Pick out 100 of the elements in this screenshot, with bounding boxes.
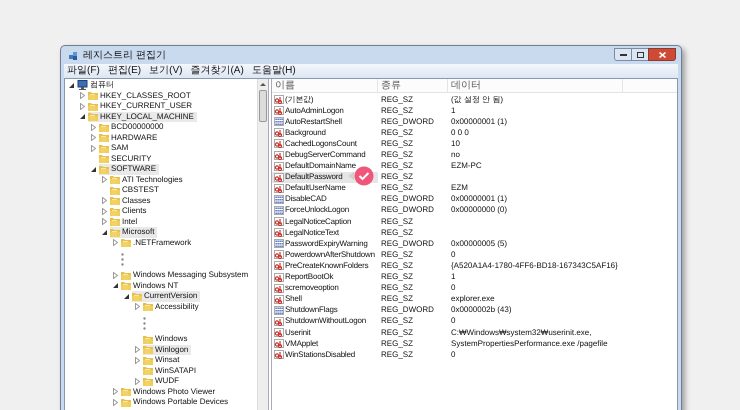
tree-item[interactable]: Clients xyxy=(110,206,150,216)
expand-arrow-icon[interactable] xyxy=(91,144,96,152)
menu-item[interactable]: 즐겨찾기(A) xyxy=(190,66,244,76)
value-name[interactable]: AutoRestartShell xyxy=(272,116,378,128)
tree-item[interactable]: SECURITY xyxy=(99,154,154,164)
folder-icon xyxy=(88,112,98,122)
value-name[interactable]: PreCreateKnownFolders xyxy=(272,260,378,272)
restore-icon xyxy=(636,52,644,58)
tree-item[interactable]: SAM xyxy=(99,143,132,154)
expand-arrow-icon[interactable] xyxy=(135,378,140,385)
expand-arrow-icon[interactable] xyxy=(113,272,118,279)
expand-arrow-icon[interactable] xyxy=(102,197,107,204)
tree-item[interactable]: SOFTWARE xyxy=(99,164,160,174)
tree-item[interactable]: Accessibility xyxy=(143,302,202,312)
value-name[interactable]: DefaultDomainName xyxy=(272,160,378,172)
value-name[interactable]: DefaultUserName xyxy=(272,182,378,194)
menu-item[interactable]: 파일(F) xyxy=(67,66,100,76)
tree-item[interactable]: Windows Portable Devices xyxy=(121,397,232,408)
expand-arrow-icon[interactable] xyxy=(80,92,85,100)
expand-arrow-icon[interactable] xyxy=(91,134,96,142)
value-name[interactable]: ShutdownFlags xyxy=(272,304,378,316)
value-type: REG_SZ xyxy=(380,216,414,228)
expand-arrow-icon[interactable] xyxy=(113,398,118,406)
value-data: 0x00000001 (1) xyxy=(450,116,508,128)
string-value-icon xyxy=(274,184,284,193)
folder-icon xyxy=(99,164,109,174)
value-name[interactable]: DebugServerCommand xyxy=(272,150,378,161)
tree-item[interactable]: CBSTEST xyxy=(110,185,162,196)
column-heading[interactable]: 데이터 xyxy=(448,79,623,92)
tree-item[interactable]: ATI Technologies xyxy=(110,174,186,185)
minimize-button[interactable] xyxy=(614,48,632,61)
menu-item[interactable]: 편집(E) xyxy=(108,66,142,76)
tree-item[interactable]: WinSATAPI xyxy=(143,366,200,376)
column-heading[interactable]: 종류 xyxy=(378,79,448,92)
maximize-button[interactable] xyxy=(632,48,648,61)
tree-item[interactable]: BCD00000000 xyxy=(99,122,166,132)
tree-item[interactable]: HARDWARE xyxy=(99,132,160,143)
expand-arrow-icon[interactable] xyxy=(135,346,140,354)
value-name[interactable]: CachedLogonsCount xyxy=(272,138,378,150)
value-name[interactable]: LegalNoticeText xyxy=(272,227,378,238)
value-name[interactable]: ShutdownWithoutLogon xyxy=(272,316,378,327)
tree-item[interactable]: CurrentVersion xyxy=(132,291,200,302)
tree-item[interactable]: Microsoft xyxy=(110,227,158,238)
tree-item[interactable]: .NETFramework xyxy=(121,238,194,248)
tree-item[interactable]: Windows Photo Viewer xyxy=(121,386,218,397)
tree-item[interactable]: 컴퓨터 xyxy=(77,80,117,90)
expand-arrow-icon[interactable] xyxy=(135,303,140,310)
collapse-arrow-icon[interactable] xyxy=(69,82,74,88)
folder-icon xyxy=(121,398,131,407)
menu-item[interactable]: 도움말(H) xyxy=(252,66,296,76)
tree-item[interactable]: Winlogon xyxy=(143,344,192,355)
expand-arrow-icon[interactable] xyxy=(102,218,107,226)
value-name[interactable]: Background xyxy=(272,127,378,138)
value-name[interactable]: AutoAdminLogon xyxy=(272,105,378,116)
expand-arrow-icon[interactable] xyxy=(80,102,85,110)
tree-item[interactable]: HKEY_CLASSES_ROOT xyxy=(88,90,194,101)
value-name[interactable]: DisableCAD xyxy=(272,194,378,205)
value-name[interactable]: PowerdownAfterShutdown xyxy=(272,249,378,260)
value-name[interactable]: (기본값) xyxy=(272,94,378,106)
tree-item[interactable]: Classes xyxy=(110,196,154,206)
tree-item[interactable]: HKEY_CURRENT_USER xyxy=(88,101,196,112)
expand-arrow-icon[interactable] xyxy=(135,356,140,364)
scrollbar[interactable] xyxy=(257,79,268,410)
tree-item[interactable]: Winsat xyxy=(143,355,182,366)
tree-item[interactable]: HKEY_LOCAL_MACHINE xyxy=(88,112,197,122)
value-name[interactable]: ForceUnlockLogon xyxy=(272,204,378,216)
tree-item[interactable]: WUDF xyxy=(143,376,182,386)
expand-arrow-icon[interactable] xyxy=(91,124,96,131)
menu-item[interactable]: 보기(V) xyxy=(149,66,182,76)
value-name[interactable]: Userinit xyxy=(272,327,378,338)
column-heading[interactable]: 이름 xyxy=(272,79,378,92)
value-type: REG_SZ xyxy=(380,126,414,139)
expand-arrow-icon[interactable] xyxy=(113,239,118,246)
close-button[interactable] xyxy=(648,48,676,61)
value-data: 0x00000000 (0) xyxy=(450,204,508,216)
value-name[interactable]: WinStationsDisabled xyxy=(272,349,378,360)
tree-item[interactable]: Windows xyxy=(143,334,190,344)
value-name[interactable]: PasswordExpiryWarning xyxy=(272,238,378,250)
tree-item[interactable]: Intel xyxy=(110,216,140,227)
tree-item[interactable]: Windows NT xyxy=(121,280,182,291)
value-name[interactable]: scremoveoption xyxy=(272,282,378,294)
expand-arrow-icon[interactable] xyxy=(102,208,107,215)
scroll-thumb[interactable] xyxy=(259,90,267,122)
collapse-arrow-icon[interactable] xyxy=(102,230,107,235)
value-data: {A520A1A4-1780-4FF6-BD18-167343C5AF16} xyxy=(450,260,618,272)
expand-arrow-icon[interactable] xyxy=(113,388,118,396)
collapse-arrow-icon[interactable] xyxy=(91,166,96,172)
collapse-arrow-icon[interactable] xyxy=(124,294,129,299)
folder-icon xyxy=(132,292,142,301)
value-data: EZM-PC xyxy=(450,160,482,172)
collapse-arrow-icon[interactable] xyxy=(80,114,85,120)
string-value-icon xyxy=(274,217,284,226)
value-name[interactable]: ReportBootOk xyxy=(272,272,378,283)
folder-icon xyxy=(143,345,153,354)
expand-arrow-icon[interactable] xyxy=(102,176,107,184)
value-name[interactable]: VMApplet xyxy=(272,338,378,350)
value-name[interactable]: LegalNoticeCaption xyxy=(272,216,378,228)
collapse-arrow-icon[interactable] xyxy=(113,283,118,288)
value-name[interactable]: Shell xyxy=(272,294,378,305)
tree-item[interactable]: Windows Messaging Subsystem xyxy=(121,270,252,280)
